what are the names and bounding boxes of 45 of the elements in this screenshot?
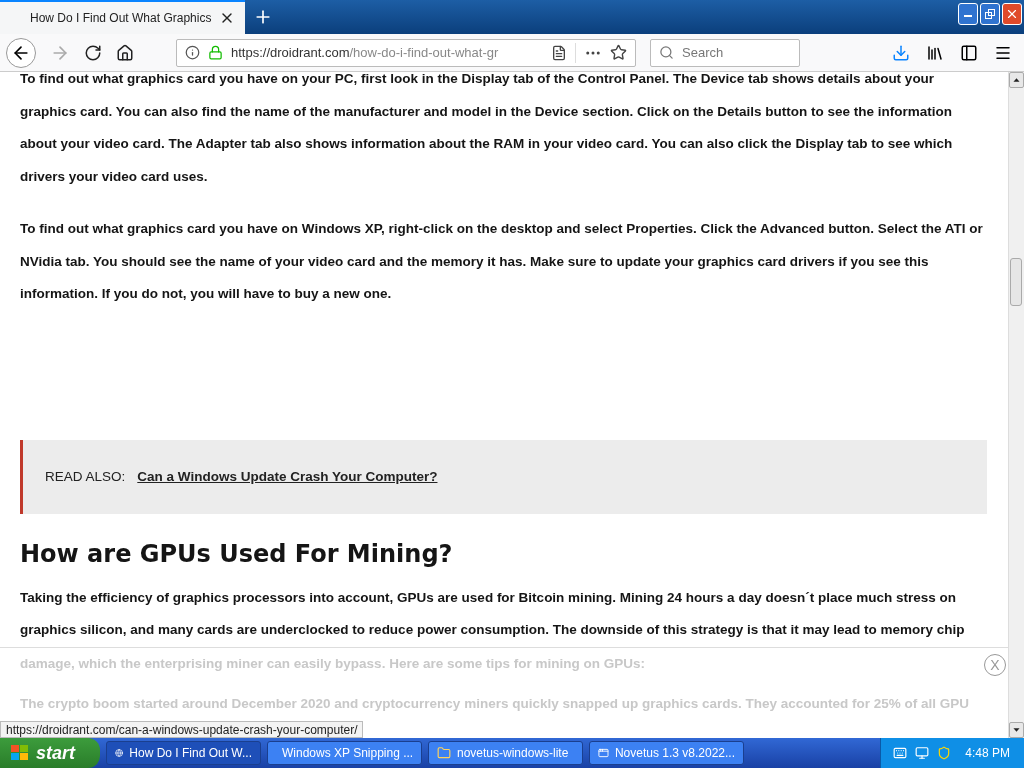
- sidebar-icon[interactable]: [960, 43, 978, 62]
- globe-icon: [115, 746, 124, 760]
- scroll-down-icon[interactable]: [1009, 722, 1024, 738]
- scroll-thumb[interactable]: [1010, 258, 1022, 306]
- home-icon[interactable]: [116, 43, 134, 62]
- search-box[interactable]: Search: [650, 38, 800, 67]
- windows-flag-icon: [10, 744, 30, 762]
- clock: 4:48 PM: [965, 746, 1010, 760]
- tab-title: How Do I Find Out What Graphics: [30, 11, 212, 25]
- read-also-link[interactable]: Can a Windows Update Crash Your Computer?: [137, 469, 438, 484]
- start-button[interactable]: start: [0, 738, 100, 768]
- app-icon: [598, 746, 609, 760]
- library-icon[interactable]: [926, 43, 944, 62]
- download-icon[interactable]: [892, 43, 910, 62]
- keyboard-icon[interactable]: [893, 746, 908, 760]
- folder-icon: [437, 746, 451, 760]
- restore-button[interactable]: [980, 3, 1000, 25]
- reader-view-icon[interactable]: [551, 44, 567, 61]
- url-text: https://droidrant.com/how-do-i-find-out-what-gr: [231, 45, 500, 60]
- article-paragraph: To find out what graphics card you have on Windows XP, right-click on the desktop and select Properties. Click the Advanced button. Select the ATI or NVidia tab. You should see the name of your video card and the memory it has. Make sure to update your graphics card drivers if you see this information. If you do not, you will have to buy a new one.: [20, 220, 984, 303]
- search-icon: [659, 45, 674, 60]
- taskbar-button[interactable]: Windows XP Snipping ...: [267, 741, 422, 765]
- status-url: https://droidrant.com/can-a-windows-update-crash-your-computer/: [0, 721, 364, 738]
- close-window-button[interactable]: [1002, 3, 1022, 25]
- minimize-button[interactable]: [958, 3, 978, 25]
- monitor-icon[interactable]: [915, 746, 930, 760]
- back-button[interactable]: [6, 37, 36, 68]
- article-paragraph: To find out what graphics card you have on your PC, first look in the Display tab of the Control Panel. The Device tab shows details about your graphics card. You can also find the name of the manufacturer and model in the Device section. Click on the Details button to see the information about your video card. The Adapter tab also shows information about the RAM in your video card. You can also click the Display tab to see which drivers your video card uses.: [20, 72, 954, 186]
- close-icon: [1005, 7, 1019, 21]
- read-also-label: READ ALSO:: [45, 469, 126, 484]
- restore-icon: [985, 9, 995, 19]
- browser-tab[interactable]: How Do I Find Out What Graphics: [0, 0, 246, 34]
- taskbar-button[interactable]: novetus-windows-lite: [428, 741, 583, 765]
- taskbar-button[interactable]: Novetus 1.3 v8.2022...: [589, 741, 744, 765]
- info-icon[interactable]: [185, 45, 200, 60]
- reload-icon[interactable]: [84, 43, 102, 62]
- article-paragraph: Taking the efficiency of graphics processors into account, GPUs are used for Bitcoin mining. Mining 24 hours a day doesn´t place much stress on graphics silicon, and many cards are underclocked to reduce power consumption. The downside of this strategy is that it may lead to memory chip: [20, 588, 966, 639]
- taskbar-button[interactable]: How Do I Find Out W...: [106, 741, 261, 765]
- section-heading: How are GPUs Used For Mining?: [20, 539, 454, 568]
- scrollbar[interactable]: [1008, 72, 1024, 738]
- address-bar[interactable]: https://droidrant.com/how-do-i-find-out-what-gr: [176, 38, 636, 67]
- lock-icon: [208, 45, 223, 60]
- star-icon[interactable]: [610, 44, 627, 61]
- scroll-up-icon[interactable]: [1009, 72, 1024, 88]
- overlay-close-button[interactable]: X: [984, 653, 1006, 676]
